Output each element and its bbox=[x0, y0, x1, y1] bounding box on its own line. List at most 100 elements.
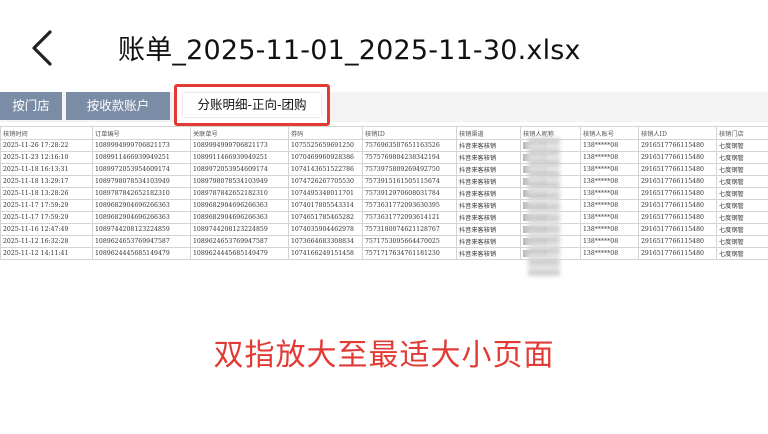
table-cell[interactable]: 7576963507651163526 bbox=[362, 139, 457, 152]
table-cell[interactable]: 2916517766115480 bbox=[638, 235, 717, 248]
table-cell[interactable]: 1089994999706821173 bbox=[190, 139, 289, 152]
table-cell[interactable]: 138*****08 bbox=[580, 139, 639, 152]
table-cell[interactable]: 七度钢管 bbox=[716, 223, 768, 236]
table-cell[interactable]: 抖音来客核销 bbox=[456, 235, 521, 248]
tab-split-detail-highlight[interactable]: 分账明细-正向-团购 bbox=[174, 84, 330, 126]
table-cell[interactable]: 七度钢管 bbox=[716, 247, 768, 260]
column-header[interactable]: 核销门店 bbox=[716, 126, 768, 140]
table-cell[interactable]: 2025-11-16 12:47:49 bbox=[0, 223, 93, 236]
table-row[interactable]: 2025-11-16 12:47:49 1089744208123224859 10… bbox=[0, 223, 768, 236]
table-cell[interactable]: 1070469960928386 bbox=[288, 151, 363, 164]
table-cell[interactable]: 1089682904696266363 bbox=[92, 199, 191, 212]
table-cell[interactable]: 1089744208123224859 bbox=[92, 223, 191, 236]
table-cell[interactable]: 138*****08 bbox=[580, 175, 639, 188]
table-cell[interactable]: 抖音来客核销 bbox=[456, 247, 521, 260]
table-cell[interactable]: 七度钢管 bbox=[716, 163, 768, 176]
table-row[interactable]: 2025-11-18 16:13:31 1089972053954609174 10… bbox=[0, 163, 768, 176]
table-cell[interactable]: 138*****08 bbox=[580, 223, 639, 236]
table-cell[interactable]: 抖音来客核销 bbox=[456, 175, 521, 188]
table-cell[interactable]: 1089682904696266363 bbox=[190, 199, 289, 212]
table-cell[interactable]: 1075525659691250 bbox=[288, 139, 363, 152]
table-cell[interactable]: 1089798078534103949 bbox=[92, 175, 191, 188]
table-cell[interactable]: 1089624445685149479 bbox=[92, 247, 191, 260]
table-cell[interactable]: 2025-11-23 12:16:10 bbox=[0, 151, 93, 164]
column-header[interactable]: 关联单号 bbox=[190, 126, 289, 140]
tab-split-detail[interactable]: 分账明细-正向-团购 bbox=[183, 93, 321, 117]
table-cell[interactable]: 2916517766115480 bbox=[638, 199, 717, 212]
table-cell[interactable]: 2025-11-18 13:28:26 bbox=[0, 187, 93, 200]
table-cell[interactable]: 1074166249151458 bbox=[288, 247, 363, 260]
table-cell[interactable]: 2916517766115480 bbox=[638, 211, 717, 224]
table-cell[interactable]: 2916517766115480 bbox=[638, 163, 717, 176]
table-cell[interactable]: 七度钢管 bbox=[716, 151, 768, 164]
table-cell[interactable]: 7573912970608031784 bbox=[362, 187, 457, 200]
table-cell[interactable]: 138*****08 bbox=[580, 199, 639, 212]
table-cell[interactable]: 1089787842652182310 bbox=[92, 187, 191, 200]
table-cell[interactable]: 2916517766115480 bbox=[638, 247, 717, 260]
table-cell[interactable]: 2916517766115480 bbox=[638, 187, 717, 200]
table-cell[interactable]: 抖音来客核销 bbox=[456, 199, 521, 212]
table-row[interactable]: 2025-11-17 17:59:29 1089682904696266363 10… bbox=[0, 199, 768, 212]
table-row[interactable]: 2025-11-18 13:28:26 1089787842652182310 10… bbox=[0, 187, 768, 200]
table-cell[interactable]: 七度钢管 bbox=[716, 175, 768, 188]
table-cell[interactable]: 抖音来客核销 bbox=[456, 139, 521, 152]
table-cell[interactable]: 2025-11-17 17:59:29 bbox=[0, 211, 93, 224]
table-cell[interactable]: 1074143651522786 bbox=[288, 163, 363, 176]
table-cell[interactable]: 2025-11-17 17:59:29 bbox=[0, 199, 93, 212]
column-header[interactable]: 订单编号 bbox=[92, 126, 191, 140]
column-header[interactable]: 核销渠道 bbox=[456, 126, 521, 140]
table-cell[interactable]: 1089994999706821173 bbox=[92, 139, 191, 152]
table-cell[interactable]: 138*****08 bbox=[580, 187, 639, 200]
table-cell[interactable]: 1089911466939949251 bbox=[190, 151, 289, 164]
table-cell[interactable]: 1089624653769947587 bbox=[190, 235, 289, 248]
table-cell[interactable]: 7573915161505115674 bbox=[362, 175, 457, 188]
table-cell[interactable]: 2025-11-26 17:28:22 bbox=[0, 139, 93, 152]
table-cell[interactable]: 2025-11-12 16:32:28 bbox=[0, 235, 93, 248]
table-cell[interactable]: 7571753095664470025 bbox=[362, 235, 457, 248]
table-row[interactable]: 2025-11-12 14:11:41 1089624445685149479 10… bbox=[0, 247, 768, 260]
table-cell[interactable]: 1074035904462978 bbox=[288, 223, 363, 236]
table-cell[interactable]: 七度钢管 bbox=[716, 139, 768, 152]
column-header[interactable]: 券码 bbox=[288, 126, 363, 140]
table-cell[interactable]: 1074495348011701 bbox=[288, 187, 363, 200]
table-cell[interactable]: 七度钢管 bbox=[716, 199, 768, 212]
table-cell[interactable]: 2916517766115480 bbox=[638, 151, 717, 164]
table-cell[interactable]: 1089787842652182310 bbox=[190, 187, 289, 200]
table-cell[interactable]: 1074726267705530 bbox=[288, 175, 363, 188]
table-cell[interactable]: 抖音来客核销 bbox=[456, 187, 521, 200]
column-header[interactable]: 核销ID bbox=[362, 126, 457, 140]
table-cell[interactable]: 2025-11-18 16:13:31 bbox=[0, 163, 93, 176]
table-cell[interactable]: 1089682904696266363 bbox=[190, 211, 289, 224]
table-cell[interactable]: 1089744208123224859 bbox=[190, 223, 289, 236]
table-cell[interactable]: 1089972053954609174 bbox=[92, 163, 191, 176]
table-cell[interactable]: 抖音来客核销 bbox=[456, 151, 521, 164]
table-row[interactable]: 2025-11-12 16:32:28 1089624653769947587 10… bbox=[0, 235, 768, 248]
table-cell[interactable]: 2916517766115480 bbox=[638, 223, 717, 236]
table-cell[interactable]: 2916517766115480 bbox=[638, 139, 717, 152]
table-cell[interactable]: 7573975809269492750 bbox=[362, 163, 457, 176]
column-header[interactable]: 核销时间 bbox=[0, 126, 93, 140]
table-cell[interactable]: 七度钢管 bbox=[716, 235, 768, 248]
table-cell[interactable]: 1074017805543314 bbox=[288, 199, 363, 212]
table-cell[interactable]: 抖音来客核销 bbox=[456, 211, 521, 224]
table-cell[interactable]: 7573631772093614121 bbox=[362, 211, 457, 224]
table-cell[interactable]: 7573631772093630395 bbox=[362, 199, 457, 212]
table-cell[interactable]: 2025-11-18 13:29:17 bbox=[0, 175, 93, 188]
table-cell[interactable]: 1089624445685149479 bbox=[190, 247, 289, 260]
tab-by-store[interactable]: 按门店 bbox=[0, 92, 62, 120]
table-cell[interactable]: 1089972053954609174 bbox=[190, 163, 289, 176]
table-cell[interactable]: 138*****08 bbox=[580, 247, 639, 260]
back-button[interactable] bbox=[24, 26, 60, 70]
column-header[interactable]: 核销人账号 bbox=[580, 126, 639, 140]
table-cell[interactable]: 抖音来客核销 bbox=[456, 163, 521, 176]
table-cell[interactable]: 138*****08 bbox=[580, 211, 639, 224]
table-cell[interactable]: 1089911466939949251 bbox=[92, 151, 191, 164]
table-cell[interactable]: 1089798078534103949 bbox=[190, 175, 289, 188]
table-cell[interactable]: 1073664683308834 bbox=[288, 235, 363, 248]
column-header[interactable]: 核销人ID bbox=[638, 126, 717, 140]
tab-by-account[interactable]: 按收款账户 bbox=[66, 92, 170, 120]
table-cell[interactable]: 7573180074621128767 bbox=[362, 223, 457, 236]
table-cell[interactable]: 138*****08 bbox=[580, 151, 639, 164]
table-cell[interactable]: 七度钢管 bbox=[716, 187, 768, 200]
table-cell[interactable]: 138*****08 bbox=[580, 163, 639, 176]
